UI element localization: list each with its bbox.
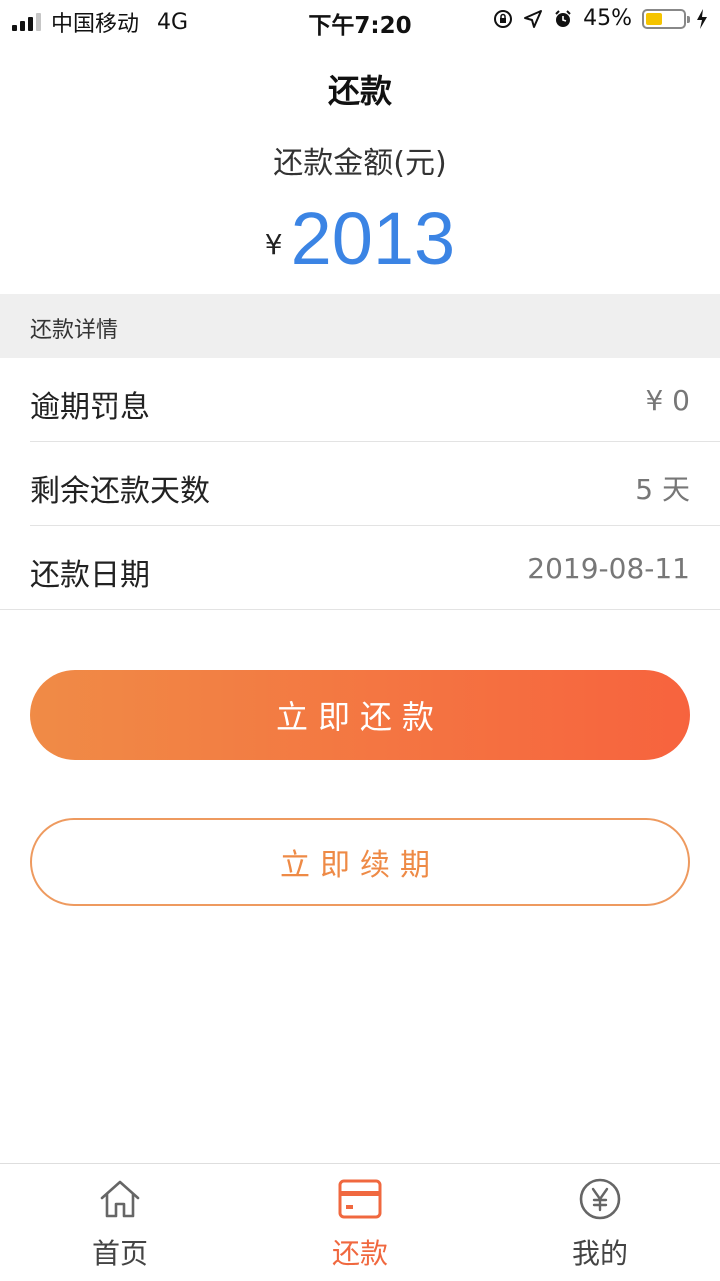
detail-row-penalty: 逾期罚息 ¥ 0 xyxy=(0,358,720,442)
tab-home[interactable]: 首页 xyxy=(0,1164,240,1281)
page-title: 还款 xyxy=(327,72,392,110)
details-section-header: 还款详情 xyxy=(0,294,720,358)
detail-label: 剩余还款天数 xyxy=(30,474,210,509)
charging-bolt-icon xyxy=(697,8,707,29)
repay-now-button[interactable]: 立即还款 xyxy=(30,670,690,760)
tab-repay[interactable]: 还款 xyxy=(240,1164,480,1281)
tab-label: 还款 xyxy=(331,1237,388,1270)
detail-label: 还款日期 xyxy=(30,558,150,593)
alarm-icon xyxy=(555,9,571,27)
rotation-lock-icon xyxy=(494,9,513,28)
home-icon xyxy=(100,1180,140,1218)
tab-bar: 首页 还款 我的 xyxy=(0,1163,720,1281)
amount-label: 还款金额(元) xyxy=(273,146,447,181)
amount-value: 2013 xyxy=(290,197,456,280)
battery-percent: 45% xyxy=(583,6,632,31)
detail-value: ¥ 0 xyxy=(645,384,690,417)
status-right: 45% xyxy=(493,6,708,31)
tab-label: 首页 xyxy=(91,1237,148,1270)
renew-now-button[interactable]: 立即续期 xyxy=(30,818,690,906)
battery-icon xyxy=(642,8,690,29)
detail-list: 逾期罚息 ¥ 0 剩余还款天数 5 天 还款日期 2019-08-11 xyxy=(0,358,720,610)
status-bar: 中国移动 4G 下午7:20 45% xyxy=(0,0,720,40)
detail-value: 2019-08-11 xyxy=(527,552,690,585)
currency-symbol: ¥ xyxy=(264,228,283,261)
detail-label: 逾期罚息 xyxy=(30,390,150,425)
details-section-title: 还款详情 xyxy=(30,318,119,343)
location-icon xyxy=(524,9,543,28)
tab-label: 我的 xyxy=(571,1237,628,1270)
card-icon xyxy=(338,1179,382,1219)
yen-circle-icon xyxy=(579,1178,621,1220)
tab-mine[interactable]: 我的 xyxy=(480,1164,720,1281)
detail-value: 5 天 xyxy=(635,473,690,506)
detail-row-due-date: 还款日期 2019-08-11 xyxy=(0,526,720,610)
amount-display: ¥2013 xyxy=(0,196,720,281)
detail-row-days-left: 剩余还款天数 5 天 xyxy=(0,442,720,526)
